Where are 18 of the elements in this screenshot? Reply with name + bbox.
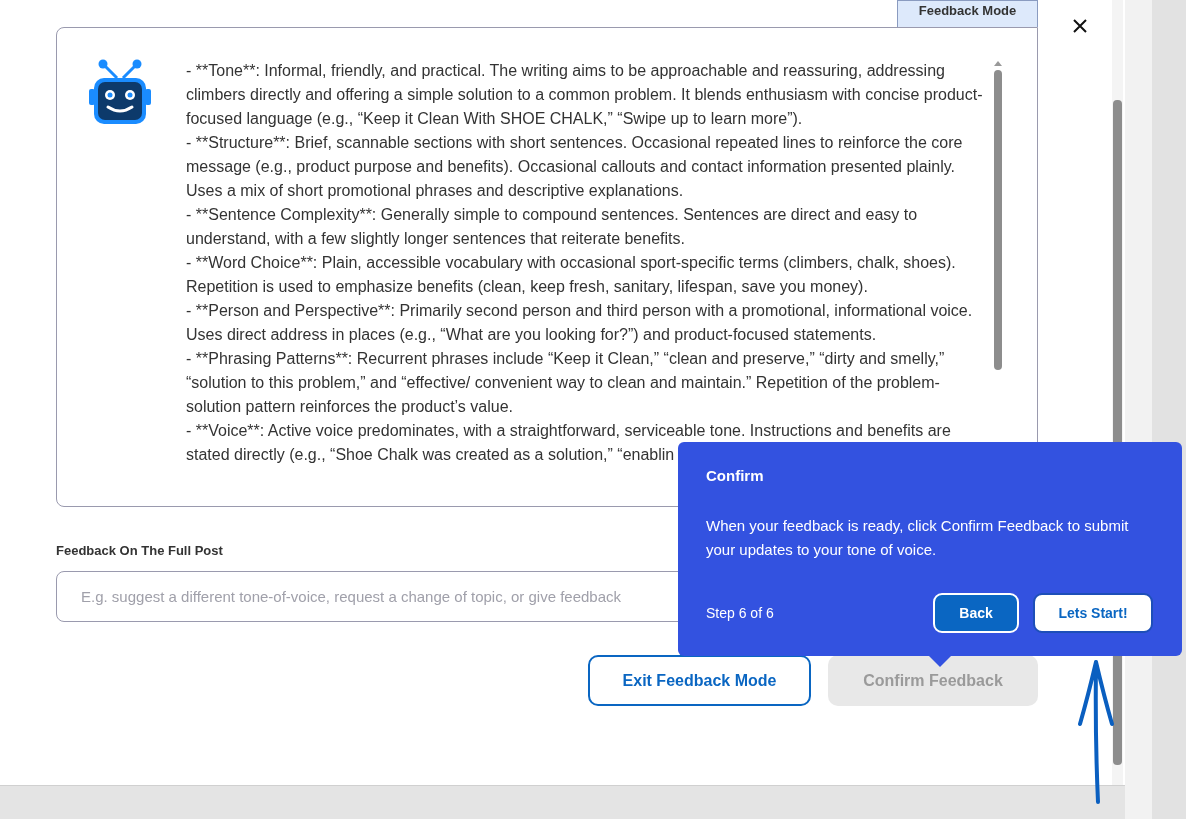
close-icon[interactable] bbox=[1073, 19, 1087, 33]
analysis-text: - **Tone**: Informal, friendly, and practical. The writing aims to be approachable and reassuring, addressing climbers directly and offering a simple solution to a common problem. It blends enthusiasm with concise product-focused language (e.g., “Keep it Clean With SHOE CHALK,” “Swipe up to learn more”). bbox=[186, 61, 984, 129]
analysis-text: - **Sentence Complexity**: Generally simple to compound sentences. Sentences are direct and easy to understand, with a few slightly longer sentences that reiterate benefits. bbox=[186, 205, 919, 249]
back-button[interactable]: Back bbox=[933, 593, 1019, 633]
analysis-text: - **Structure**: Brief, scannable sections with short sentences. Occasional repeated lines to reinforce the core message (e.g., product purpose and benefits). Occasional callouts and contact information presented plainly. Uses a mix of short promotional phrases and descriptive explanations. bbox=[186, 133, 964, 201]
exit-button[interactable]: Exit Feedback Mode bbox=[588, 655, 811, 706]
robot-icon bbox=[88, 59, 152, 125]
start-button[interactable]: Lets Start! bbox=[1033, 593, 1153, 633]
analysis-text: - **Phrasing Patterns**: Recurrent phrases include “Keep it Clean,” “clean and preserve,” “dirty and smelly,” “solution to this problem,” and “effective/ convenient way to clean and maintain.” Repetition of the problem-solution pattern reinforces the product’s value. bbox=[186, 349, 946, 417]
tour-text: When your feedback is ready, click Confirm Feedback to submit your updates to your tone of voice. bbox=[706, 516, 1130, 560]
tour-title: Confirm bbox=[706, 467, 765, 484]
step-counter: Step 6 of 6 bbox=[706, 605, 774, 621]
scroll-up-icon[interactable] bbox=[993, 59, 1003, 67]
analysis-text: - **Word Choice**: Plain, accessible vocabulary with occasional sport-specific terms (climbers, chalk, shoes). Repetition is used to emphasize benefits (clean, keep fresh, sanitary, lifespan, save you money). bbox=[186, 253, 957, 297]
feedback-label: Feedback On The Full Post bbox=[56, 543, 223, 558]
mode-tab[interactable]: Feedback Mode bbox=[897, 0, 1038, 27]
analysis-text: - **Person and Perspective**: Primarily second person and third person with a promotional, informational voice. Uses direct address in places (e.g., “What are you looking for?”) and product-focused statements. bbox=[186, 301, 974, 345]
analysis-text: - **Voice**: Active voice predominates, with a straightforward, serviceable tone. Instructions and benefits are stated directly (e.g., “Shoe Chalk was created as a solution,” “enablin bbox=[186, 421, 952, 465]
